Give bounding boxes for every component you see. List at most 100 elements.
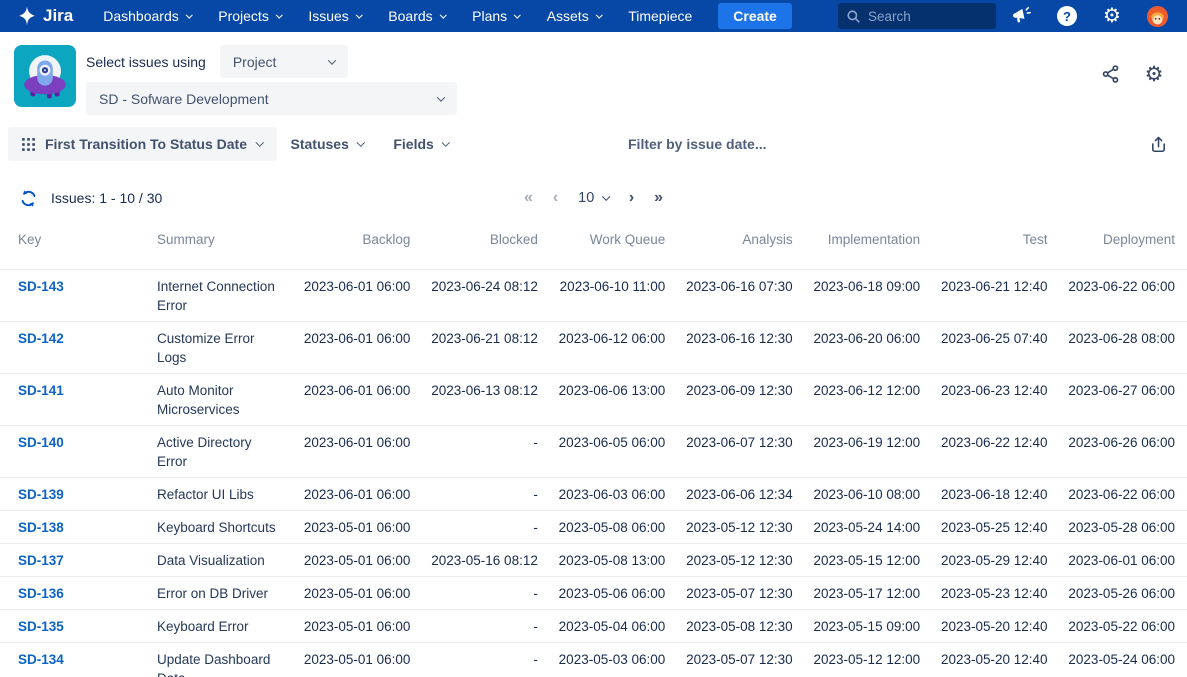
issue-key-link[interactable]: SD-141 (18, 383, 64, 398)
jira-logo[interactable]: Jira (16, 5, 73, 27)
page-size-dropdown[interactable]: 10 (578, 191, 610, 206)
column-header-key: Key (18, 232, 42, 247)
grid-icon (22, 137, 35, 151)
transition-date-cell: 2023-05-07 12:30 (677, 642, 805, 677)
transition-date-cell: - (422, 425, 550, 478)
issue-key-cell: SD-142 (0, 321, 139, 374)
previous-page-button[interactable]: ‹ (553, 190, 558, 206)
table-body: SD-143 Internet Connection Error 2023-06-0… (0, 269, 1187, 677)
export-button[interactable] (1145, 131, 1171, 157)
transition-date-cell: 2023-05-08 13:00 (549, 543, 678, 577)
column-header-analysis: Analysis (742, 232, 793, 247)
announcements-megaphone-icon[interactable] (1010, 4, 1034, 28)
chevron-down-icon (356, 138, 365, 147)
transition-date-cell: - (422, 609, 550, 643)
issue-key-link[interactable]: SD-140 (18, 435, 64, 450)
transition-date-cell: 2023-05-01 06:00 (295, 642, 423, 677)
nav-item-label: Issues (308, 8, 349, 24)
transition-date-cell: 2023-06-10 08:00 (804, 477, 933, 511)
last-page-button[interactable]: » (654, 190, 663, 206)
navbar-icon-group: ? ⚙ (1010, 4, 1177, 28)
user-avatar[interactable] (1145, 4, 1169, 28)
search-box[interactable] (838, 3, 996, 29)
table-header: Key Summary Backlog Blocked Work Queue Analys… (0, 220, 1187, 270)
select-issues-label: Select issues using (86, 53, 206, 70)
share-button[interactable] (1098, 61, 1124, 87)
filter-by-issue-date-input[interactable]: Filter by issue date... (628, 136, 767, 152)
issues-count-label: Issues: 1 - 10 / 30 (51, 190, 163, 206)
issue-key-cell: SD-140 (0, 425, 139, 478)
transition-date-cell: 2023-06-12 12:00 (804, 373, 933, 426)
transition-date-cell: 2023-06-01 06:00 (295, 477, 423, 511)
fields-dropdown[interactable]: Fields (393, 136, 450, 152)
transition-date-cell: 2023-06-22 12:40 (932, 425, 1060, 478)
chevron-down-icon (327, 55, 337, 65)
gear-glyph: ⚙ (1144, 62, 1164, 86)
issue-key-link[interactable]: SD-142 (18, 331, 64, 346)
project-dropdown[interactable]: SD - Sofware Development (86, 82, 457, 115)
chevron-down-icon (436, 92, 446, 102)
issue-key-cell: SD-136 (0, 576, 139, 610)
refresh-button[interactable] (16, 186, 40, 210)
issue-key-link[interactable]: SD-138 (18, 520, 64, 535)
transition-date-cell: 2023-06-01 06:00 (1059, 543, 1187, 577)
report-type-label: First Transition To Status Date (45, 136, 247, 152)
transition-date-cell: 2023-05-07 12:30 (677, 576, 805, 610)
nav-item-projects[interactable]: Projects (218, 8, 283, 24)
transition-date-cell: 2023-05-15 09:00 (804, 609, 933, 643)
search-icon (846, 9, 861, 24)
issue-key-link[interactable]: SD-139 (18, 487, 64, 502)
table-row: SD-141 Auto Monitor Microservices 2023-06-… (0, 373, 1187, 426)
transition-date-cell: 2023-06-06 12:34 (677, 477, 805, 511)
create-button[interactable]: Create (718, 3, 792, 29)
transition-date-cell: 2023-06-18 12:40 (932, 477, 1060, 511)
issue-key-link[interactable]: SD-136 (18, 586, 64, 601)
transition-date-cell: 2023-06-07 12:30 (677, 425, 805, 478)
chevron-down-icon (355, 11, 363, 18)
nav-item-assets[interactable]: Assets (547, 8, 603, 24)
issue-summary: Data Visualization (139, 543, 295, 577)
issue-key-cell: SD-143 (0, 269, 139, 322)
issue-key-link[interactable]: SD-135 (18, 619, 64, 634)
search-input[interactable] (868, 8, 988, 24)
transition-date-cell: 2023-06-27 06:00 (1059, 373, 1187, 426)
report-settings-gear-icon[interactable]: ⚙ (1141, 61, 1167, 87)
transition-date-cell: 2023-05-20 12:40 (932, 642, 1060, 677)
transition-date-cell: 2023-06-26 06:00 (1059, 425, 1187, 478)
transition-date-cell: 2023-06-21 12:40 (932, 269, 1060, 322)
transition-date-cell: 2023-05-06 06:00 (549, 576, 678, 610)
help-icon[interactable]: ? (1055, 4, 1079, 28)
settings-gear-icon[interactable]: ⚙ (1100, 4, 1124, 28)
transition-date-cell: 2023-06-01 06:00 (295, 425, 423, 478)
nav-item-plans[interactable]: Plans (472, 8, 521, 24)
nav-item-timepiece[interactable]: Timepiece (628, 8, 692, 24)
issue-key-link[interactable]: SD-143 (18, 279, 64, 294)
statuses-dropdown[interactable]: Statuses (291, 136, 365, 152)
nav-item-issues[interactable]: Issues (308, 8, 363, 24)
issue-source-type-dropdown[interactable]: Project (219, 45, 348, 78)
app-icon (14, 45, 76, 107)
table-row: SD-143 Internet Connection Error 2023-06-0… (0, 269, 1187, 322)
transition-date-cell: 2023-06-05 06:00 (549, 425, 678, 478)
first-page-button[interactable]: « (524, 190, 533, 206)
table-row: SD-137 Data Visualization 2023-05-01 06:00… (0, 543, 1187, 577)
issue-key-link[interactable]: SD-134 (18, 652, 64, 667)
jira-brand-text: Jira (43, 6, 74, 25)
nav-item-label: Boards (388, 8, 433, 24)
transition-date-cell: - (422, 576, 550, 610)
issue-key-cell: SD-138 (0, 510, 139, 544)
issue-summary: Auto Monitor Microservices (139, 373, 295, 426)
report-type-dropdown[interactable]: First Transition To Status Date (8, 127, 277, 161)
transition-date-cell: 2023-05-20 12:40 (932, 609, 1060, 643)
gear-glyph: ⚙ (1103, 5, 1121, 27)
next-page-button[interactable]: › (629, 190, 634, 206)
issue-key-link[interactable]: SD-137 (18, 553, 64, 568)
column-header-summary: Summary (157, 232, 215, 247)
nav-item-dashboards[interactable]: Dashboards (103, 8, 193, 24)
pagination-row: Issues: 1 - 10 / 30 « ‹ 10 › » (0, 180, 1187, 216)
nav-item-boards[interactable]: Boards (388, 8, 447, 24)
issue-source-type-value: Project (232, 53, 277, 70)
transition-date-cell: 2023-05-22 06:00 (1059, 609, 1187, 643)
transition-date-cell: 2023-05-24 06:00 (1059, 642, 1187, 677)
issue-summary: Customize Error Logs (139, 321, 295, 374)
